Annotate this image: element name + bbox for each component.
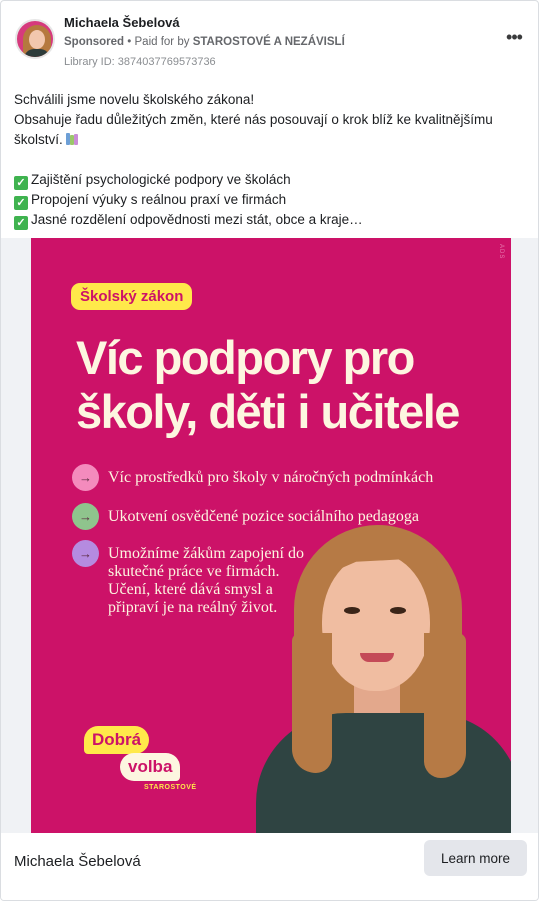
photo-face	[322, 553, 430, 691]
sponsored-meta: Sponsored • Paid for by STAROSTOVÉ A NEZ…	[64, 36, 345, 48]
learn-more-button[interactable]: Learn more	[424, 840, 527, 876]
library-id: Library ID: 3874037769573736	[64, 56, 216, 68]
avatar-face	[29, 30, 45, 49]
check-mark-icon: ✓	[14, 216, 28, 230]
sponsored-label: Sponsored	[64, 36, 125, 48]
arrow-right-icon: →	[72, 503, 99, 530]
logo-line-2: volba	[120, 753, 181, 781]
arrow-right-icon: →	[72, 540, 99, 567]
ad-header: Michaela Šebelová Sponsored • Paid for b…	[13, 13, 526, 75]
headline-line-2: školy, děti i učitele	[76, 385, 460, 438]
post-line-1: Schválili jsme novelu školského zákona!	[14, 92, 255, 107]
photo-eye	[390, 607, 406, 614]
text-gap	[14, 150, 524, 170]
creative-tag: Školský zákon	[71, 283, 193, 310]
ad-footer: Michaela Šebelová Learn more	[1, 833, 538, 900]
vertical-mark: ADS	[498, 244, 504, 260]
creative-point: → Víc prostředků pro školy v náročných p…	[72, 464, 468, 491]
ad-creative-image[interactable]: ADS Školský zákon Víc podpory pro školy,…	[31, 238, 511, 837]
party-logo: Dobrá volba STAROSTOVÉ	[84, 726, 199, 796]
creative-headline: Víc podpory pro školy, děti i učitele	[76, 331, 496, 439]
check-mark-icon: ✓	[14, 176, 28, 190]
post-bullet: ✓ Propojení výuky s reálnou praxí ve firm…	[14, 190, 524, 210]
photo-hair-left	[292, 633, 332, 773]
paid-for-label: Paid for by	[134, 36, 190, 48]
post-bullet: ✓ Jasné rozdělení odpovědnosti mezi stát,…	[14, 210, 524, 230]
creative-point-text: Umožníme žákům zapojení do skutečné prác…	[108, 545, 304, 616]
logo-line-1: Dobrá	[84, 726, 150, 754]
paid-for-by: STAROSTOVÉ A NEZÁVISLÍ	[192, 36, 345, 48]
avatar[interactable]	[15, 19, 55, 59]
post-line-2-text: Obsahuje řadu důležitých změn, které nás…	[14, 112, 493, 147]
post-bullet-text: Jasné rozdělení odpovědnosti mezi stát, …	[31, 212, 363, 227]
post-line-2: Obsahuje řadu důležitých změn, které nás…	[14, 110, 524, 150]
post-bullet-text: Propojení výuky s reálnou praxí ve firmá…	[31, 192, 287, 207]
avatar-body	[24, 49, 50, 57]
check-mark-icon: ✓	[14, 196, 28, 210]
post-bullet: ✓ Zajištění psychologické podpory ve škol…	[14, 170, 524, 190]
photo-mouth	[360, 653, 394, 662]
footer-advertiser-name[interactable]: Michaela Šebelová	[14, 853, 141, 870]
more-dots-icon[interactable]: •••	[502, 25, 526, 49]
books-icon	[65, 133, 79, 145]
ad-card: Michaela Šebelová Sponsored • Paid for b…	[0, 0, 539, 901]
photo-hair-right	[424, 633, 466, 778]
post-text: Schválili jsme novelu školského zákona! …	[14, 90, 524, 230]
headline-line-1: Víc podpory pro	[76, 331, 415, 384]
creative-point-text: Víc prostředků pro školy v náročných pod…	[108, 469, 434, 486]
creative-point: → Umožníme žákům zapojení do skutečné pr…	[72, 540, 323, 617]
logo-brand: STAROSTOVÉ	[144, 784, 197, 791]
arrow-right-icon: →	[72, 464, 99, 491]
advertiser-name[interactable]: Michaela Šebelová	[64, 15, 180, 30]
meta-separator: •	[127, 36, 132, 48]
photo-eye	[344, 607, 360, 614]
post-bullet-text: Zajištění psychologické podpory ve školá…	[31, 172, 291, 187]
